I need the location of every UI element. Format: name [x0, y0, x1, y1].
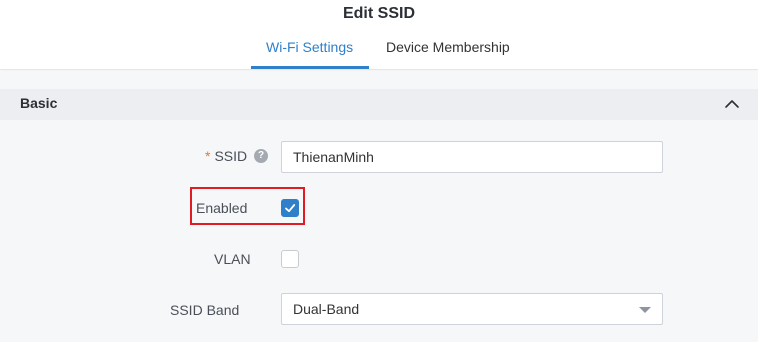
- vlan-checkbox[interactable]: [281, 250, 299, 268]
- required-mark: *: [205, 148, 211, 164]
- highlight-box: [190, 187, 305, 225]
- section-header-basic[interactable]: [0, 89, 758, 120]
- dropdown-caret-icon[interactable]: [639, 307, 651, 313]
- ssid-label: * SSID: [205, 148, 247, 164]
- tab-wifi-settings[interactable]: Wi-Fi Settings: [266, 39, 353, 55]
- ssid-label-text: SSID: [214, 148, 248, 164]
- dialog-title: Edit SSID: [342, 5, 415, 22]
- vlan-label: VLAN: [214, 251, 251, 267]
- help-icon[interactable]: ?: [254, 149, 268, 163]
- active-tab-indicator: [251, 66, 369, 69]
- ssid-band-select[interactable]: Dual-Band: [281, 293, 663, 325]
- section-title: Basic: [20, 95, 58, 111]
- tab-device-membership[interactable]: Device Membership: [386, 39, 510, 55]
- chevron-up-icon[interactable]: [722, 96, 742, 112]
- ssid-band-label: SSID Band: [170, 302, 240, 318]
- ssid-input[interactable]: ThienanMinh: [281, 141, 663, 173]
